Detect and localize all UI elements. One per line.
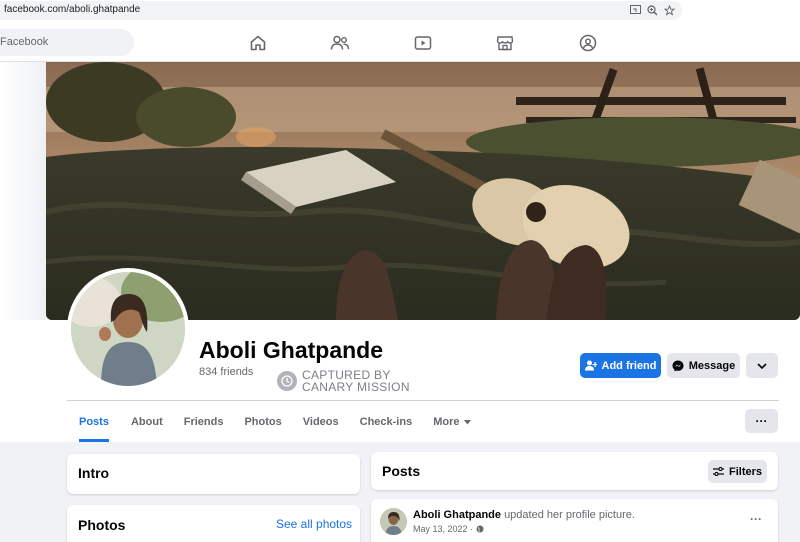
post-author-avatar[interactable] <box>380 508 407 535</box>
post-headline: Aboli Ghatpande updated her profile pict… <box>413 509 635 521</box>
globe-icon <box>476 525 484 535</box>
messenger-icon <box>672 360 684 372</box>
search-input[interactable]: Facebook <box>0 29 134 56</box>
groups-icon[interactable] <box>577 32 599 54</box>
tabs-more-button[interactable]: ··· <box>745 409 778 433</box>
post-author-name[interactable]: Aboli Ghatpande <box>413 509 501 521</box>
friends-count[interactable]: 834 friends <box>199 366 253 378</box>
profile-avatar[interactable] <box>67 268 189 390</box>
add-friend-label: Add friend <box>601 359 657 372</box>
post-date[interactable]: May 13, 2022 <box>413 524 468 534</box>
message-label: Message <box>688 359 736 372</box>
watermark-clock-icon <box>277 371 297 391</box>
home-icon[interactable] <box>247 32 269 54</box>
url-field[interactable]: facebook.com/aboli.ghatpande <box>0 1 682 20</box>
tab-friends[interactable]: Friends <box>184 402 224 442</box>
intro-card: Intro <box>67 454 360 494</box>
intro-title: Intro <box>78 465 110 481</box>
marketplace-icon[interactable] <box>494 32 516 54</box>
zoom-icon[interactable] <box>645 3 659 17</box>
tab-more[interactable]: More <box>433 402 472 442</box>
profile-more-button[interactable] <box>746 353 778 378</box>
tab-about[interactable]: About <box>131 402 163 442</box>
add-person-icon <box>584 360 597 371</box>
profile-tabs: Posts About Friends Photos Videos Check-… <box>67 402 472 442</box>
tab-videos[interactable]: Videos <box>303 402 339 442</box>
cast-icon[interactable] <box>628 3 642 17</box>
message-button[interactable]: Message <box>667 353 740 378</box>
post-meta: May 13, 2022 · <box>413 524 484 535</box>
see-all-photos-link[interactable]: See all photos <box>276 517 352 531</box>
friends-icon[interactable] <box>329 32 351 54</box>
tab-posts[interactable]: Posts <box>79 402 109 442</box>
tab-photos[interactable]: Photos <box>244 402 281 442</box>
caret-down-icon <box>464 419 472 425</box>
watch-icon[interactable] <box>412 32 434 54</box>
chevron-down-icon <box>757 362 767 369</box>
search-placeholder: Facebook <box>0 36 49 48</box>
filters-label: Filters <box>728 465 762 478</box>
photos-title: Photos <box>78 517 126 533</box>
tab-check-ins[interactable]: Check-ins <box>360 402 413 442</box>
url-text: facebook.com/aboli.ghatpande <box>4 4 141 15</box>
bookmark-star-icon[interactable] <box>662 3 676 17</box>
profile-name: Aboli Ghatpande <box>199 337 383 363</box>
header-divider <box>67 400 779 401</box>
browser-address-bar: facebook.com/aboli.ghatpande <box>0 0 800 22</box>
cover-side-fade <box>0 62 46 320</box>
watermark: CAPTURED BY CANARY MISSION <box>277 369 410 393</box>
filters-icon <box>712 467 724 476</box>
watermark-line-2: CANARY MISSION <box>302 380 410 394</box>
post-action-text: updated her profile picture. <box>504 509 635 521</box>
post-menu-button[interactable]: ··· <box>750 512 762 526</box>
facebook-top-nav: Facebook <box>0 22 800 62</box>
posts-title: Posts <box>382 463 421 479</box>
add-friend-button[interactable]: Add friend <box>580 353 661 378</box>
filters-button[interactable]: Filters <box>708 460 767 483</box>
